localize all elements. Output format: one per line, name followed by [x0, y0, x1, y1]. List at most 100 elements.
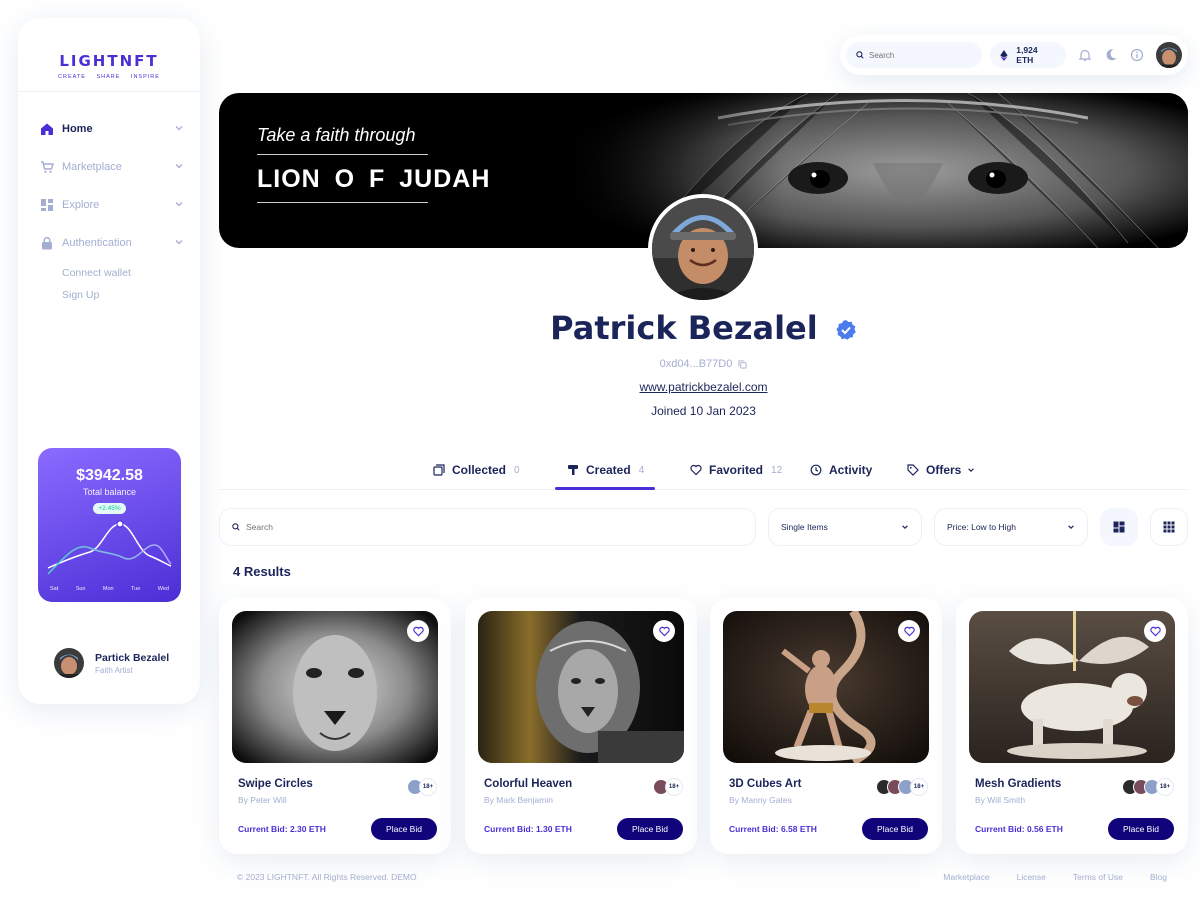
nft-card[interactable]: Mesh Gradients By Will Smith 18+ Current…	[956, 598, 1188, 854]
chevron-down-icon[interactable]	[174, 123, 184, 133]
footer-link-marketplace[interactable]: Marketplace	[943, 872, 989, 882]
profile-tabs: Collected 0 Created 4 Favorited 12 Activity…	[219, 450, 1188, 490]
sidebar-item-authentication[interactable]: Authentication	[18, 224, 200, 262]
chevron-down-icon[interactable]	[174, 161, 184, 171]
sort-value: Price: Low to High	[947, 522, 1016, 532]
nft-title[interactable]: 3D Cubes Art	[729, 778, 801, 790]
favorite-heart-icon[interactable]	[898, 620, 920, 642]
tab-label: Offers	[926, 463, 962, 477]
logo-wordmark: LIGHTNFT	[59, 52, 159, 70]
sidebar-item-label: Home	[62, 123, 93, 135]
nft-title[interactable]: Swipe Circles	[238, 778, 313, 790]
item-type-select[interactable]: Single Items	[768, 508, 922, 546]
footer-link-blog[interactable]: Blog	[1150, 872, 1167, 882]
profile-name-text: Patrick Bezalel	[550, 309, 818, 347]
tab-favorited[interactable]: Favorited 12	[690, 450, 782, 490]
day-label: Tue	[131, 586, 141, 592]
chevron-down-icon	[968, 468, 975, 473]
tab-activity[interactable]: Activity	[810, 450, 872, 490]
tag-icon	[907, 464, 919, 476]
search-input[interactable]	[869, 50, 969, 60]
profile-name: Patrick Bezalel	[219, 309, 1188, 347]
sidebar-subitem-connect-wallet[interactable]: Connect wallet	[18, 262, 200, 284]
current-bid: Current Bid: 6.58 ETH	[729, 824, 817, 834]
logo-tagline: CREATE SHARE INSPIRE	[58, 74, 160, 80]
footer-link-terms[interactable]: Terms of Use	[1073, 872, 1123, 882]
wallet-address-text: 0xd04...B77D0	[659, 358, 733, 370]
chevron-down-icon[interactable]	[174, 199, 184, 209]
bidder-avatars: 18+	[876, 778, 928, 796]
banner-subtitle: Take a faith through	[257, 125, 416, 145]
nft-image[interactable]	[478, 611, 684, 763]
tab-created[interactable]: Created 4	[567, 450, 644, 490]
sidebar-item-label: Authentication	[62, 237, 132, 249]
nft-title[interactable]: Mesh Gradients	[975, 778, 1061, 790]
banner-title: LION O F JUDAH	[257, 165, 491, 193]
place-bid-button[interactable]: Place Bid	[862, 818, 928, 840]
nft-title[interactable]: Colorful Heaven	[484, 778, 572, 790]
place-bid-button[interactable]: Place Bid	[1108, 818, 1174, 840]
place-bid-button[interactable]: Place Bid	[617, 818, 683, 840]
tab-collected[interactable]: Collected 0	[433, 450, 520, 490]
chevron-down-icon[interactable]	[174, 237, 184, 247]
top-bar: 1,924 ETH	[840, 35, 1188, 75]
profile-website-link[interactable]: www.patrickbezalel.com	[219, 380, 1188, 394]
nft-card[interactable]: Swipe Circles By Peter Will 18+ Current …	[219, 598, 451, 854]
ethereum-icon	[1000, 49, 1009, 61]
day-label: Sun	[75, 586, 86, 592]
items-search[interactable]	[219, 508, 756, 546]
bidder-avatars: 18+	[407, 778, 437, 796]
more-bidders-badge: 18+	[1156, 778, 1174, 796]
favorite-heart-icon[interactable]	[1144, 620, 1166, 642]
bidder-avatars: 18+	[653, 778, 683, 796]
chevron-down-icon	[1068, 525, 1074, 530]
tab-label: Collected	[452, 463, 507, 477]
footer-links: Marketplace License Terms of Use Blog	[943, 872, 1167, 882]
collection-icon	[433, 464, 445, 476]
sidebar-item-explore[interactable]: Explore	[18, 186, 200, 224]
place-bid-button[interactable]: Place Bid	[371, 818, 437, 840]
sidebar-nav: Home Marketplace Explore Authentication …	[18, 92, 200, 306]
search-icon	[232, 523, 240, 531]
active-tab-indicator	[555, 487, 655, 490]
day-label: Sat	[50, 586, 59, 592]
footer-link-license[interactable]: License	[1017, 872, 1046, 882]
nft-image[interactable]	[969, 611, 1175, 763]
balance-label: Total balance	[82, 487, 137, 497]
favorite-heart-icon[interactable]	[653, 620, 675, 642]
nft-image[interactable]	[723, 611, 929, 763]
sidebar-subitem-sign-up[interactable]: Sign Up	[18, 284, 200, 306]
avatar[interactable]	[1156, 42, 1182, 68]
day-label: Wed	[157, 586, 169, 592]
sidebar: LIGHTNFT CREATE SHARE INSPIRE Home Marke…	[18, 18, 200, 704]
nft-image[interactable]	[232, 611, 438, 763]
tab-count: 12	[771, 464, 783, 476]
balance-card: $3942.58 Total balance +2.45% Sat Sun Mo…	[38, 448, 181, 602]
bell-icon[interactable]	[1078, 48, 1092, 62]
banner-divider	[257, 154, 428, 155]
nft-card[interactable]: 3D Cubes Art By Manny Gates 18+ Current …	[710, 598, 942, 854]
large-grid-view-button[interactable]	[1100, 508, 1138, 546]
eth-balance[interactable]: 1,924 ETH	[990, 42, 1067, 68]
tab-count: 4	[638, 464, 645, 476]
sidebar-item-home[interactable]: Home	[18, 110, 200, 148]
favorite-heart-icon[interactable]	[407, 620, 429, 642]
info-icon[interactable]	[1130, 48, 1144, 62]
sort-select[interactable]: Price: Low to High	[934, 508, 1088, 546]
items-search-input[interactable]	[246, 522, 646, 532]
tab-offers[interactable]: Offers	[907, 450, 975, 490]
moon-icon[interactable]	[1104, 48, 1118, 62]
small-grid-view-button[interactable]	[1150, 508, 1188, 546]
sidebar-user[interactable]: Partick Bezalel Faith Artist	[54, 648, 169, 678]
tab-label: Created	[586, 463, 631, 477]
top-search[interactable]	[846, 42, 983, 68]
clock-icon	[810, 464, 822, 476]
copy-icon[interactable]	[738, 360, 747, 369]
logo[interactable]: LIGHTNFT CREATE SHARE INSPIRE	[18, 18, 200, 92]
eth-balance-value: 1,924 ETH	[1016, 45, 1038, 65]
chevron-down-icon	[902, 525, 908, 530]
current-bid: Current Bid: 1.30 ETH	[484, 824, 572, 834]
sidebar-item-marketplace[interactable]: Marketplace	[18, 148, 200, 186]
nft-card[interactable]: Colorful Heaven By Mark Benjamin 18+ Cur…	[465, 598, 697, 854]
cart-icon	[40, 160, 54, 174]
